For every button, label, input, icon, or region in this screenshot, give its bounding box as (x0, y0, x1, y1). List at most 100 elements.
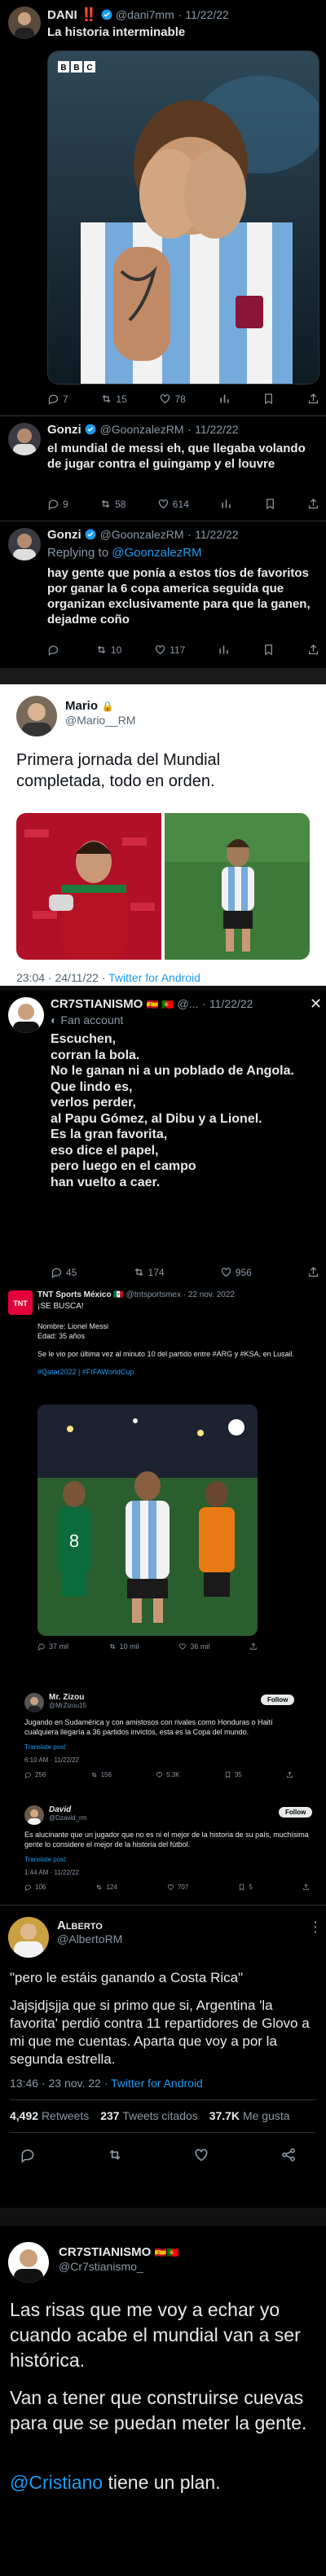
retweet-button[interactable]: 124 (95, 1884, 117, 1891)
display-name[interactable]: Gonzi (47, 528, 82, 542)
avatar[interactable] (24, 1805, 44, 1825)
reply-button[interactable]: 45 (51, 1266, 77, 1278)
display-name[interactable]: Mr. Zizou (49, 1693, 86, 1702)
avatar[interactable] (16, 696, 57, 736)
timestamp[interactable]: 13:46 · 23 nov. 22 · (10, 2077, 108, 2090)
handle[interactable]: @Dzavid_rm (49, 1814, 86, 1822)
handle[interactable]: @MrZizou15 (49, 1702, 86, 1709)
views-button[interactable] (220, 498, 232, 510)
like-button[interactable]: 614 (157, 498, 189, 510)
share-button[interactable] (302, 1884, 310, 1891)
retweet-button[interactable]: 10 mil (108, 1642, 139, 1651)
handle[interactable]: @Mario__RM (65, 714, 136, 727)
reply-button[interactable]: 7 (47, 393, 68, 405)
bookmark-button[interactable] (262, 393, 275, 405)
more-options-icon[interactable]: ⋮ (308, 1919, 323, 1936)
like-button[interactable] (193, 2147, 209, 2163)
date[interactable]: 11/22/22 (195, 528, 238, 541)
translate-link[interactable]: Translate post (24, 1856, 65, 1863)
display-name[interactable]: David (49, 1805, 86, 1814)
bookmark-button[interactable]: 5 (238, 1884, 253, 1891)
retweet-button[interactable]: 156 (90, 1771, 112, 1778)
client-link[interactable]: Twitter for Android (111, 2077, 203, 2090)
share-button[interactable] (249, 1642, 258, 1651)
tweet-actions: 9 58 614 (47, 498, 319, 510)
like-button[interactable]: 36 mil (178, 1642, 209, 1651)
display-name[interactable]: Gonzi (47, 423, 82, 437)
handle[interactable]: @Cr7stianismo_ (59, 2260, 179, 2273)
quotes-label: Tweets citados (122, 2109, 198, 2122)
reply-button[interactable] (47, 644, 63, 656)
handle[interactable]: @dani7mm (116, 8, 174, 21)
retweet-button[interactable]: 15 (100, 393, 127, 405)
timestamp[interactable]: 6:10 AM · 11/22/22 (24, 1756, 79, 1764)
retweets-count[interactable]: 4,492 (10, 2109, 38, 2122)
avatar[interactable] (8, 423, 41, 455)
reply-to-link[interactable]: @GoonzalezRM (112, 546, 201, 560)
like-button[interactable]: 956 (220, 1266, 252, 1278)
like-button[interactable]: 117 (154, 644, 185, 656)
translate-link[interactable]: Translate post (24, 1743, 65, 1751)
reply-button[interactable]: 37 mil (37, 1642, 68, 1651)
hashtags[interactable]: #Qatar2022 | #FIFAWorldCup (37, 1367, 315, 1377)
retweet-button[interactable]: 174 (133, 1266, 165, 1278)
avatar[interactable] (8, 2242, 49, 2283)
bookmark-button[interactable] (264, 498, 276, 510)
share-button[interactable] (286, 1771, 293, 1778)
reply-button[interactable]: 106 (24, 1884, 46, 1891)
client-link[interactable]: Twitter for Android (108, 971, 200, 984)
avatar[interactable] (8, 7, 41, 39)
like-button[interactable]: 78 (159, 393, 186, 405)
date[interactable]: 11/22/22 (195, 423, 238, 436)
handle[interactable]: @GoonzalezRM (100, 528, 184, 541)
avatar[interactable] (8, 997, 44, 1033)
share-button[interactable] (307, 498, 319, 510)
display-name[interactable]: Alberto (57, 1919, 122, 1932)
mention-link[interactable]: @Cristiano (10, 2472, 103, 2493)
share-button[interactable] (280, 2147, 297, 2163)
bookmark-button[interactable]: 35 (224, 1771, 242, 1778)
like-button[interactable]: 707 (167, 1884, 188, 1891)
handle[interactable]: @... (177, 997, 198, 1010)
display-name[interactable]: Mario (65, 699, 98, 713)
display-name[interactable]: CR7STIANISMO (51, 997, 143, 1011)
share-button[interactable] (307, 1266, 319, 1278)
tweet-image-ronaldo[interactable] (16, 813, 161, 960)
views-button[interactable] (218, 393, 231, 405)
share-button[interactable] (307, 393, 319, 405)
avatar[interactable]: TNT (8, 1290, 33, 1315)
tweet-image-messi[interactable] (165, 813, 310, 960)
handle[interactable]: @GoonzalezRM (100, 423, 184, 436)
retweet-button[interactable] (107, 2147, 123, 2163)
reply-button[interactable]: 9 (47, 498, 68, 510)
avatar[interactable] (8, 1917, 49, 1958)
timestamp[interactable]: 23:04 · 24/11/22 · (16, 971, 105, 984)
avatar[interactable] (24, 1693, 44, 1712)
follow-button[interactable]: Follow (279, 1807, 313, 1818)
retweet-button[interactable]: 10 (95, 644, 121, 656)
display-name[interactable]: TNT Sports México (37, 1290, 112, 1299)
close-icon[interactable]: ✕ (310, 996, 322, 1013)
reply-button[interactable] (20, 2147, 36, 2163)
likes-count[interactable]: 37.7K (209, 2109, 240, 2122)
handle[interactable]: @AlbertoRM (57, 1932, 122, 1945)
tweet-text-tail: tiene un plan. (103, 2472, 221, 2493)
like-button[interactable]: 5.3K (156, 1771, 180, 1778)
avatar[interactable] (8, 528, 41, 560)
quotes-count[interactable]: 237 (100, 2109, 119, 2122)
views-button[interactable] (218, 644, 230, 656)
tweet-image[interactable]: B B C (47, 51, 319, 385)
bookmark-button[interactable] (262, 644, 275, 656)
tweet-gonzi-2: Gonzi @GoonzalezRM · 11/22/22 Replying t… (0, 521, 326, 668)
handle[interactable]: @tntsportsmex · 22 nov. 2022 (126, 1290, 235, 1299)
reply-button[interactable]: 256 (24, 1771, 46, 1778)
display-name[interactable]: CR7STIANISMO (59, 2245, 151, 2259)
timestamp[interactable]: 1:44 AM · 11/22/22 (24, 1869, 79, 1876)
retweet-button[interactable]: 58 (99, 498, 126, 510)
follow-button[interactable]: Follow (261, 1695, 295, 1705)
tweet-image[interactable]: 8 (37, 1404, 258, 1636)
date[interactable]: 11/22/22 (185, 8, 228, 21)
date[interactable]: 11/22/22 (209, 997, 253, 1010)
share-button[interactable] (307, 644, 319, 656)
display-name[interactable]: DANI (47, 8, 77, 22)
